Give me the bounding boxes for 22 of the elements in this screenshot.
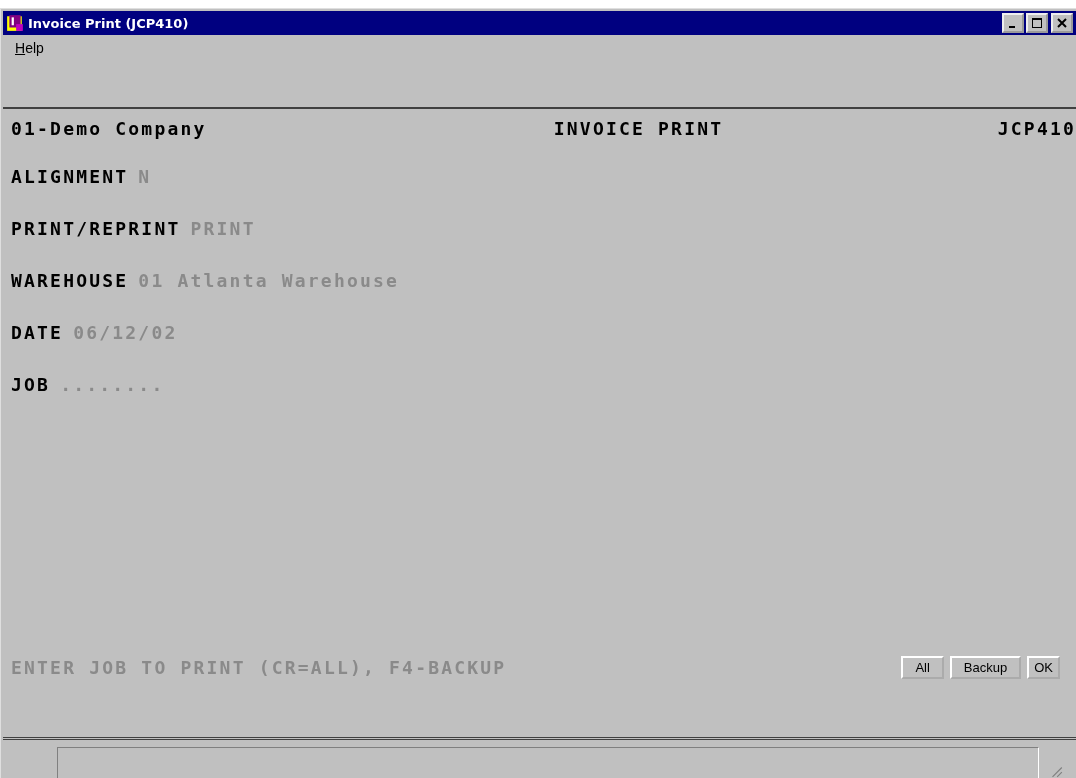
close-icon — [1057, 18, 1067, 28]
field-value[interactable]: ........ — [60, 373, 165, 395]
screen-title: INVOICE PRINT — [553, 117, 724, 139]
minimize-button[interactable] — [1002, 13, 1024, 33]
action-button[interactable]: OK — [1027, 656, 1060, 679]
window-title: Invoice Print (JCP410) — [28, 15, 190, 31]
maximize-button[interactable] — [1026, 13, 1048, 33]
field-label: WAREHOUSE — [11, 269, 129, 291]
resize-grip-icon — [1049, 764, 1063, 778]
close-button[interactable] — [1051, 13, 1073, 33]
field-label: ALIGNMENT — [11, 165, 129, 187]
menu-item[interactable]: Help — [15, 40, 44, 56]
action-button[interactable]: Backup — [949, 656, 1022, 679]
field-label: JOB — [11, 373, 51, 395]
field-label: DATE — [11, 321, 64, 343]
field-label: PRINT/REPRINT — [11, 217, 181, 239]
minimize-icon — [1009, 25, 1015, 28]
maximize-icon — [1032, 18, 1042, 28]
company-name: 01-Demo Company — [11, 117, 208, 139]
program-code: JCP410 — [996, 117, 1076, 139]
app-icon — [6, 14, 24, 32]
action-button[interactable]: All — [901, 656, 944, 679]
